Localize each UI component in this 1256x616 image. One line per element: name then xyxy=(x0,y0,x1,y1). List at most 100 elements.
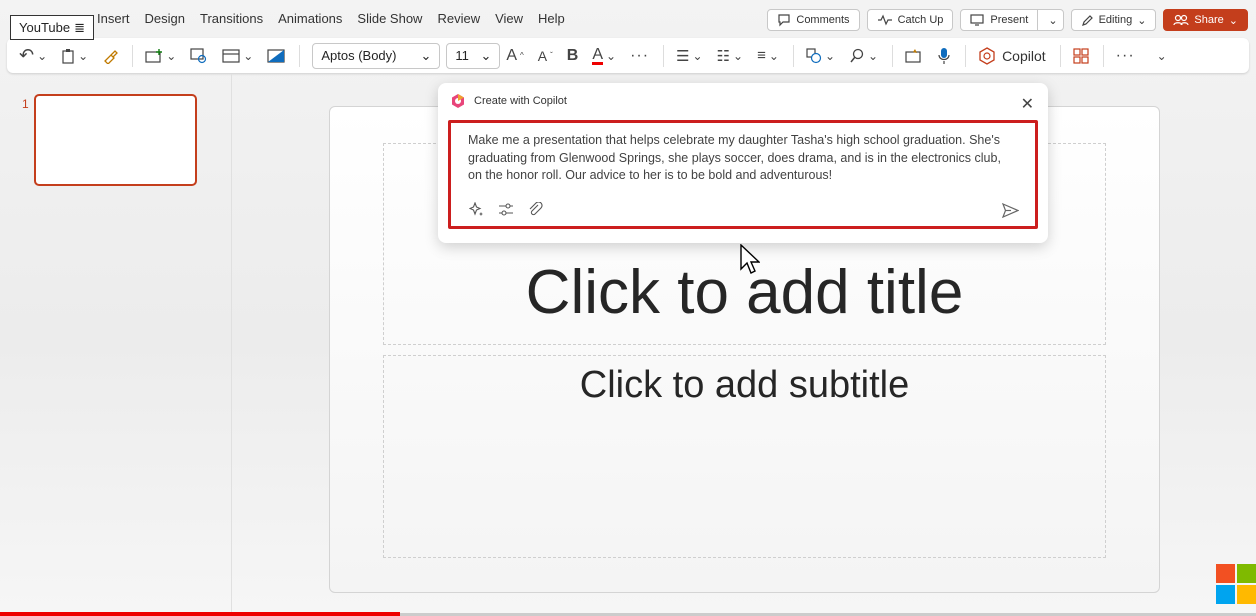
youtube-badge-label: YouTube xyxy=(19,20,71,35)
tab-insert[interactable]: Insert xyxy=(97,11,130,26)
bold-button[interactable]: B xyxy=(567,47,579,65)
reuse-slides-button[interactable] xyxy=(190,47,208,64)
designer-icon xyxy=(905,48,921,63)
windows-logo-icon xyxy=(1216,564,1256,604)
tab-design[interactable]: Design xyxy=(145,11,185,26)
grid-icon xyxy=(1073,47,1089,64)
search-icon xyxy=(850,48,864,62)
pencil-icon xyxy=(1081,14,1093,26)
chevron-down-icon: ⌄ xyxy=(824,48,835,63)
paste-button[interactable]: ⌄ xyxy=(61,48,88,64)
bullets-icon: ☰ xyxy=(676,47,690,65)
chevron-down-icon: ⌄ xyxy=(692,48,703,63)
present-main[interactable]: Present xyxy=(961,10,1039,30)
grow-font-button[interactable]: A ^ xyxy=(506,47,523,65)
separator xyxy=(892,44,894,67)
tab-animations[interactable]: Animations xyxy=(278,11,342,26)
logo-tile-red xyxy=(1216,564,1235,583)
shapes-icon xyxy=(806,47,822,63)
tab-slide-show[interactable]: Slide Show xyxy=(357,11,422,26)
dictate-button[interactable] xyxy=(937,47,951,65)
numbering-button[interactable]: ☷ ⌄ xyxy=(717,47,744,65)
more-font-options-button[interactable]: ··· xyxy=(630,47,649,65)
send-icon[interactable] xyxy=(1002,203,1019,218)
copilot-button[interactable]: Copilot xyxy=(978,46,1046,65)
font-name-select[interactable]: Aptos (Body) ⌄ xyxy=(312,42,441,69)
align-left-icon: ≡ xyxy=(757,47,766,64)
catch-up-button[interactable]: Catch Up xyxy=(866,9,954,31)
designer-button[interactable] xyxy=(905,48,923,64)
subtitle-placeholder[interactable]: Click to add subtitle xyxy=(383,355,1106,558)
copilot-logo-icon xyxy=(452,94,464,108)
separator xyxy=(965,44,967,67)
present-label: Present xyxy=(990,14,1029,26)
youtube-badge: YouTube ≣ xyxy=(10,15,94,40)
dialog-header: Create with Copilot xyxy=(450,93,567,109)
comments-button[interactable]: Comments xyxy=(767,9,860,31)
add-ins-button[interactable] xyxy=(1073,47,1089,64)
tab-view[interactable]: View xyxy=(495,11,523,26)
align-button[interactable]: ≡ ⌄ xyxy=(757,47,779,64)
bullets-button[interactable]: ☰ ⌄ xyxy=(676,47,703,65)
chevron-down-icon: ⌄ xyxy=(78,48,89,63)
chevron-down-icon: ⌄ xyxy=(1228,14,1238,27)
copilot-icon xyxy=(979,46,995,65)
numbering-icon: ☷ xyxy=(716,47,731,65)
undo-icon: ↶ xyxy=(19,45,35,65)
font-size-value: 11 xyxy=(455,48,469,63)
font-size-select[interactable]: 11 ⌄ xyxy=(446,42,501,69)
expand-ribbon-button[interactable]: ⌄ xyxy=(1157,49,1167,63)
more-options-button[interactable]: ··· xyxy=(1116,47,1135,65)
new-slide-button[interactable]: ⌄ xyxy=(145,48,176,63)
shapes-button[interactable]: ⌄ xyxy=(806,47,835,64)
menu-tabs: Insert Design Transitions Animations Sli… xyxy=(97,11,580,26)
slide-number: 1 xyxy=(22,97,29,111)
editing-button[interactable]: Editing ⌄ xyxy=(1070,9,1157,31)
tab-review[interactable]: Review xyxy=(437,11,480,26)
format-painter-button[interactable] xyxy=(102,48,119,64)
chevron-down-icon: ⌄ xyxy=(420,47,432,63)
clipboard-icon xyxy=(62,48,74,64)
chevron-down-icon: ⌄ xyxy=(1137,14,1147,27)
present-button[interactable]: Present ⌄ xyxy=(960,9,1064,31)
attachment-icon[interactable] xyxy=(528,202,543,217)
layout-icon xyxy=(222,48,240,63)
chevron-down-icon[interactable]: ⌄ xyxy=(1043,14,1062,27)
slide-thumbnail[interactable] xyxy=(34,94,197,186)
chevron-down-icon: ⌄ xyxy=(733,48,744,63)
slide-thumbnail-pane: 1 xyxy=(0,74,232,616)
sparkle-icon[interactable] xyxy=(469,202,484,217)
separator xyxy=(299,44,301,67)
prompt-input[interactable]: Make me a presentation that helps celebr… xyxy=(448,120,1038,229)
layout-button[interactable]: ⌄ xyxy=(222,49,253,63)
monitor-icon xyxy=(970,14,985,26)
prompt-text[interactable]: Make me a presentation that helps celebr… xyxy=(468,132,1018,185)
logo-tile-green xyxy=(1237,564,1256,583)
ribbon-toolbar: ↶ ⌄ ⌄ ⌄ ⌄ Aptos (Body) ⌄ 11 ⌄ A ^ Aˇ B A ⌄… xyxy=(7,38,1249,73)
shrink-font-button[interactable]: Aˇ xyxy=(538,48,553,64)
separator xyxy=(1059,44,1061,67)
separator xyxy=(663,44,665,67)
share-label: Share xyxy=(1194,14,1224,26)
close-icon[interactable]: ✕ xyxy=(1021,94,1034,114)
brush-icon xyxy=(104,49,119,64)
chevron-down-icon: ⌄ xyxy=(243,48,254,63)
list-icon: ≣ xyxy=(74,19,85,35)
settings-sliders-icon[interactable] xyxy=(498,202,514,217)
pulse-icon xyxy=(877,14,892,26)
video-progress-bar xyxy=(0,612,400,616)
reuse-slides-icon xyxy=(190,47,207,63)
comment-icon xyxy=(778,14,790,27)
logo-tile-blue xyxy=(1216,585,1235,604)
share-button[interactable]: Share ⌄ xyxy=(1163,9,1248,31)
font-color-button[interactable]: A ⌄ xyxy=(592,46,616,65)
tab-help[interactable]: Help xyxy=(538,11,565,26)
find-button[interactable]: ⌄ xyxy=(849,48,878,64)
background-button[interactable] xyxy=(267,48,285,63)
tab-transitions[interactable]: Transitions xyxy=(200,11,263,26)
copilot-dialog: Create with Copilot ✕ Make me a presenta… xyxy=(438,83,1048,243)
undo-button[interactable]: ↶ ⌄ xyxy=(19,45,47,66)
chevron-down-icon: ⌄ xyxy=(768,48,779,63)
dialog-title: Create with Copilot xyxy=(474,95,567,107)
people-icon xyxy=(1173,14,1190,26)
